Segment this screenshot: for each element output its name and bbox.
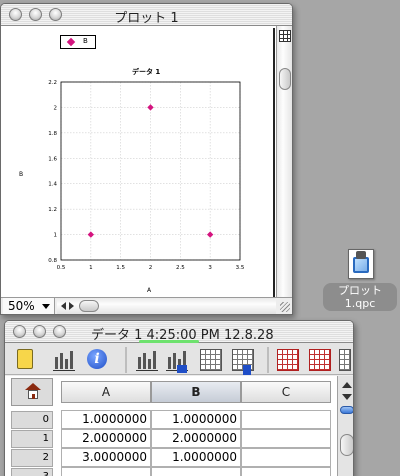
red-table-icon[interactable] (277, 349, 299, 371)
cell-b1[interactable]: 2.0000000 (151, 429, 241, 448)
scroll-up-icon[interactable] (342, 382, 352, 388)
row-header[interactable]: 3 (11, 468, 53, 476)
y-tick-label: 1.6 (48, 156, 57, 162)
arrow-left-icon (177, 365, 187, 373)
zoom-select[interactable]: 50% (3, 298, 55, 314)
file-icon[interactable] (346, 249, 376, 283)
arrow-up-icon (243, 365, 251, 375)
x-axis-label: A (147, 287, 152, 294)
x-tick-label: 3 (208, 265, 212, 271)
toolbar-separator (125, 347, 127, 373)
data-point (206, 231, 214, 238)
scatter-chart: 0.5 1 1.5 2 2.5 3 3.5 0.8 1 1.2 1.4 1.6 1.8 2 2.2 (48, 80, 245, 271)
scroll-thumb[interactable] (79, 300, 99, 312)
plot-area: B データ 1 0.5 1 1.5 2 2.5 3 3.5 0.8 1 1.2 1.4 1.6 1.8 2… (7, 28, 275, 300)
x-tick-label: 2.5 (176, 265, 185, 271)
scroll-right-icon[interactable] (69, 302, 74, 310)
plot-window-titlebar[interactable]: プロット 1 (1, 4, 292, 26)
x-tick-label: 1.5 (116, 265, 125, 271)
note-icon[interactable] (17, 349, 33, 369)
cell-b2[interactable]: 1.0000000 (151, 448, 241, 467)
zoom-button[interactable] (53, 325, 66, 338)
cell-a0[interactable]: 1.0000000 (61, 410, 151, 429)
x-tick-label: 3.5 (236, 265, 245, 271)
data-point (87, 231, 95, 238)
row-header[interactable]: 1 (11, 430, 53, 448)
x-tick-label: 2 (149, 265, 153, 271)
cell-b0[interactable]: 1.0000000 (151, 410, 241, 429)
info-icon[interactable]: i (87, 349, 107, 369)
cell-c2[interactable] (241, 448, 331, 467)
table-grid-icon[interactable] (200, 349, 222, 371)
split-handle[interactable] (340, 406, 353, 414)
y-tick-label: 1.2 (48, 207, 57, 213)
toolbar-separator (267, 347, 269, 373)
row-header[interactable]: 0 (11, 411, 53, 429)
cell-c1[interactable] (241, 429, 331, 448)
plot-bottom-bar: 50% (1, 297, 292, 314)
cell-a1[interactable]: 2.0000000 (61, 429, 151, 448)
sheet-corner[interactable] (11, 378, 53, 406)
y-tick-label: 1.8 (48, 131, 57, 137)
stamp-icon (356, 251, 366, 259)
red-table-icon-2[interactable] (309, 349, 331, 371)
grid-icon[interactable] (279, 30, 291, 42)
column-header-a[interactable]: A (61, 381, 151, 403)
scroll-left-icon[interactable] (61, 302, 66, 310)
window-title: プロット 1 (114, 11, 179, 26)
window-title: データ 1 4:25:00 PM 12.8.28 (91, 328, 274, 343)
toolbar: i (5, 343, 353, 375)
column-chart-icon[interactable] (136, 349, 158, 371)
scroll-thumb[interactable] (279, 68, 291, 90)
y-tick-label: 2.2 (48, 80, 57, 86)
file-name-line2: 1.qpc (344, 297, 376, 310)
minimize-button[interactable] (33, 325, 46, 338)
x-tick-label: 1 (89, 265, 93, 271)
column-header-b[interactable]: B (151, 381, 241, 403)
cell-c3[interactable] (241, 467, 331, 476)
y-tick-label: 2 (54, 105, 58, 111)
data-point (147, 104, 154, 111)
file-name-line1: プロット (338, 284, 382, 297)
row-header[interactable]: 2 (11, 449, 53, 467)
bar-chart-icon[interactable] (53, 349, 75, 371)
spreadsheet: A B C 0 1.0000000 1.0000000 1 2.0000000 … (5, 376, 353, 476)
scroll-thumb[interactable] (340, 434, 353, 456)
close-button[interactable] (13, 325, 26, 338)
cell-a3[interactable] (61, 467, 151, 476)
cell-a2[interactable]: 3.0000000 (61, 448, 151, 467)
cell-b3[interactable] (151, 467, 241, 476)
chart-icon (353, 257, 369, 273)
y-tick-label: 1.4 (48, 182, 57, 188)
home-icon[interactable] (25, 383, 41, 399)
scroll-down-icon[interactable] (342, 394, 352, 400)
chevron-down-icon (42, 304, 50, 309)
table-icon-partial[interactable] (339, 349, 351, 371)
horizontal-scrollbar[interactable] (57, 298, 276, 314)
y-tick-label: 0.8 (48, 258, 57, 264)
y-tick-label: 1 (54, 233, 58, 239)
column-header-c[interactable]: C (241, 381, 331, 403)
plot-window: プロット 1 B データ 1 0.5 1 1.5 2 2.5 3 3.5 0.8 1 1.2 1.4… (0, 3, 293, 315)
data-vertical-scrollbar[interactable] (337, 376, 353, 476)
x-tick-label: 0.5 (57, 265, 66, 271)
zoom-value: 50% (8, 299, 35, 313)
vertical-scrollbar[interactable] (276, 26, 292, 297)
data-window: データ 1 4:25:00 PM 12.8.28 i A B C 0 1.000… (4, 320, 354, 476)
data-window-titlebar[interactable]: データ 1 4:25:00 PM 12.8.28 (5, 321, 353, 343)
cell-c0[interactable] (241, 410, 331, 429)
resize-handle-icon[interactable] (280, 302, 290, 312)
y-axis-label: B (19, 171, 24, 178)
desktop-file-label[interactable]: プロット 1.qpc (323, 283, 397, 311)
